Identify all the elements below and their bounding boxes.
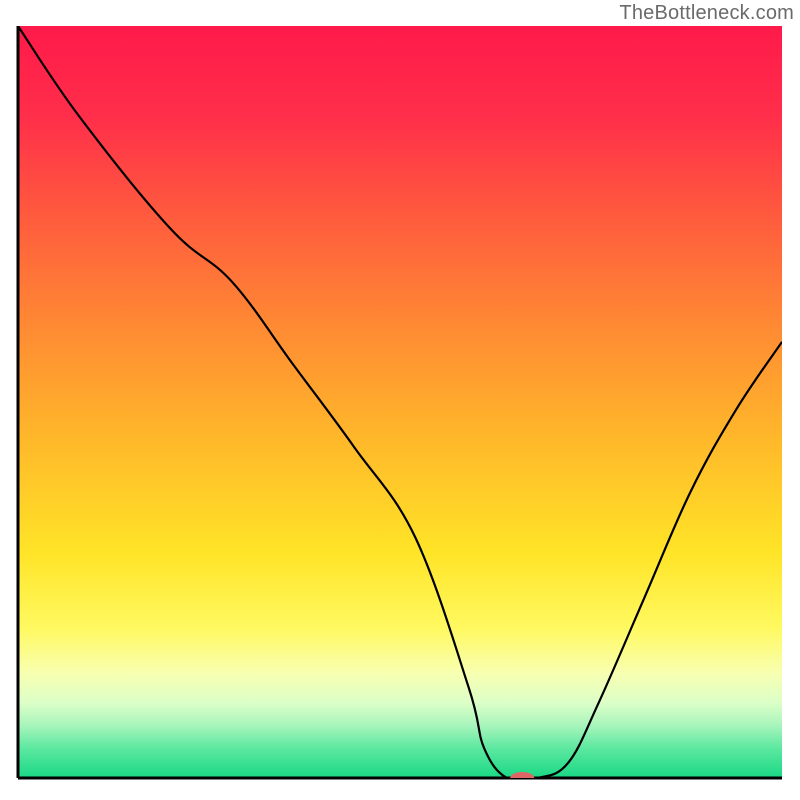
- bottleneck-chart: TheBottleneck.com: [0, 0, 800, 800]
- chart-svg: [0, 0, 800, 800]
- watermark-text: TheBottleneck.com: [619, 2, 794, 25]
- plot-background: [18, 26, 782, 778]
- optimal-marker: [510, 772, 534, 784]
